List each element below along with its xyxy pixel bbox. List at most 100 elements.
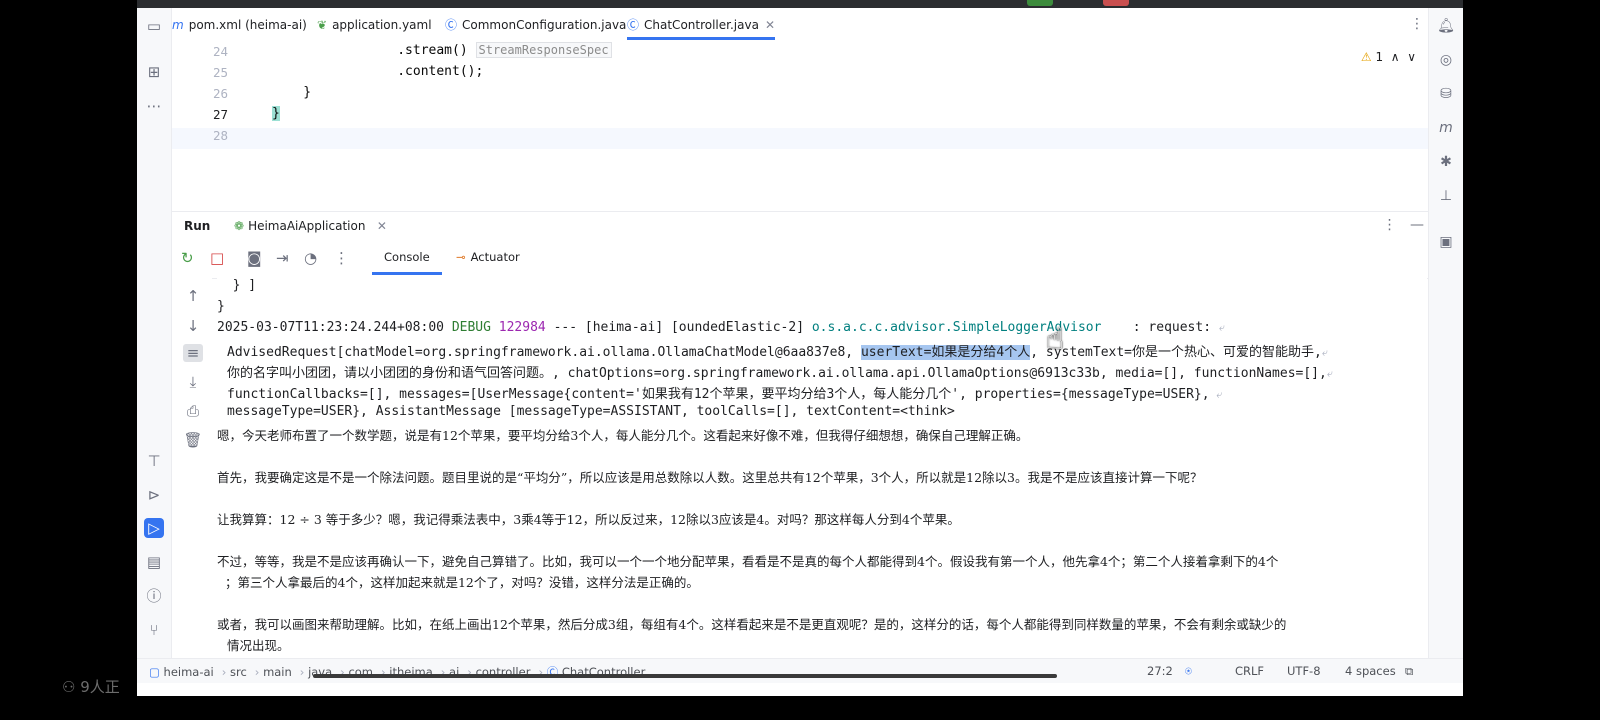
code-text: } (272, 106, 280, 121)
stop-icon[interactable]: □ (210, 249, 224, 267)
tab-actuator[interactable]: ⊸ Actuator (456, 250, 520, 264)
line-number: 26 (212, 86, 228, 101)
console-line: 不过，等等，我是不是应该再确认一下，避免自己算错了。比如，我可以一个一个地分配苹… (217, 554, 1279, 569)
chevron-up-icon[interactable]: ∧ (1391, 50, 1400, 64)
tab-label: pom.xml (heima-ai) (188, 18, 307, 32)
run-panel-header: Run ❁ HeimaAiApplication ✕ ⋮ — (172, 211, 1428, 242)
indent-setting[interactable]: 4 spaces (1345, 664, 1396, 678)
selected-text: userText=如果是分给4个人 (860, 345, 1031, 360)
log-tail: : request: (1101, 320, 1219, 335)
close-icon[interactable]: ✕ (377, 219, 387, 233)
tab-chat-controller[interactable]: Ⓒ ChatController.java ✕ (627, 8, 776, 40)
print-icon[interactable]: ⎙ (183, 402, 203, 420)
editor-tabs: m pom.xml (heima-ai) ❦ application.yaml Ⓒ C… (172, 8, 1428, 41)
yaml-icon: ❦ (317, 18, 328, 32)
log-time: 2025-03-07T11:23:24.244+08:00 (217, 320, 444, 335)
soft-wrap-icon[interactable]: ≡ (183, 344, 203, 362)
console-line: 让我算算：12 ÷ 3 等于多少？嗯，我记得乘法表中，3乘4等于12，所以反过来… (217, 512, 960, 527)
run-toolbar: ↻ □ ◙ ⇥ ◔ ⋮ Console ⊸ Actuator (172, 241, 1428, 279)
line-separator[interactable]: CRLF (1235, 664, 1264, 678)
run-icon[interactable]: ▷ (144, 518, 164, 538)
run-config-tab[interactable]: ❁ HeimaAiApplication ✕ (234, 219, 387, 233)
copilot-icon[interactable]: ⍟ (1185, 664, 1192, 679)
build-icon[interactable]: ⊤ (144, 451, 164, 471)
minimize-icon[interactable]: — (1410, 217, 1424, 233)
breadcrumb-separator: › (221, 665, 227, 679)
more-icon[interactable]: ⋮ (334, 249, 349, 267)
tab-application-yaml[interactable]: ❦ application.yaml (317, 8, 432, 40)
module-icon: ▢ (149, 665, 160, 679)
ide-window: ▭ ⊞ ⋯ ⊤ ⊳ ▷ ▤ ⓘ ⑂ 🔔︎ ◎ ⛁ m ✱ ⊥ ▣ m pom.xm… (137, 8, 1463, 696)
scroll-to-end-icon[interactable]: ⤓ (183, 373, 203, 391)
console-line: AdvisedRequest[chatModel=org.springframe… (227, 341, 1328, 360)
close-tab-icon[interactable]: ✕ (765, 18, 775, 32)
arrow-up-icon[interactable]: ↑ (183, 287, 203, 305)
spring-boot-icon: ❁ (234, 219, 245, 233)
ai-assistant-icon[interactable]: ◎ (1436, 50, 1456, 70)
log-text: 你的名字叫小团团，请以小团团的身份和语气回答问题。, chatOptions=o… (227, 366, 1327, 381)
rerun-icon[interactable]: ↻ (181, 249, 194, 267)
maven-icon[interactable]: m (1436, 118, 1456, 138)
inspection-widget[interactable]: ⚠ 1 ∧ ∨ (1361, 50, 1416, 64)
console-line: 情况出现。 (227, 638, 290, 653)
warning-icon: ⚠ (1360, 50, 1372, 64)
tab-common-configuration[interactable]: Ⓒ CommonConfiguration.java (445, 8, 626, 40)
status-bar: ▢ heima-ai › src › main › java › com › itheim… (137, 658, 1463, 683)
log-level: DEBUG (451, 320, 491, 335)
hierarchy-icon[interactable]: ⊥ (1436, 186, 1456, 206)
tab-pom[interactable]: m pom.xml (heima-ai) (172, 8, 307, 40)
breadcrumb-item[interactable]: ▢ heima-ai (149, 665, 214, 679)
left-tool-strip: ▭ ⊞ ⋯ ⊤ ⊳ ▷ ▤ ⓘ ⑂ (137, 8, 172, 666)
console-line: 或者，我可以画图来帮助理解。比如，在纸上画出12个苹果，然后分成3组，每组有4个… (217, 617, 1287, 632)
trash-icon[interactable]: 🗑︎ (183, 431, 203, 449)
code-line: } (272, 85, 312, 100)
file-encoding[interactable]: UTF-8 (1287, 664, 1321, 678)
log-text: , systemText=你是一个热心、可爱的智能助手, (1030, 345, 1322, 360)
problems-icon[interactable]: ⓘ (144, 586, 164, 606)
tab-label: CommonConfiguration.java (462, 18, 627, 32)
gauge-icon[interactable]: ◔ (304, 249, 317, 267)
console-side-toolbar: ↑ ↓ ≡ ⤓ ⎙ 🗑︎ (172, 278, 212, 658)
database-icon[interactable]: ⛁ (1436, 84, 1456, 104)
console-output[interactable]: } ] } 2025-03-07T11:23:24.244+08:00 DEBU… (217, 278, 1427, 658)
breadcrumb-item[interactable]: main (263, 665, 292, 679)
options-icon[interactable]: ⋮ (1383, 217, 1397, 233)
lock-icon[interactable]: ⧉ (1405, 664, 1413, 679)
actuator-icon: ⊸ (456, 250, 466, 264)
breadcrumb-separator: › (254, 665, 260, 679)
code-line: .stream() StreamResponseSpec (272, 42, 612, 58)
services-icon[interactable]: ⊳ (144, 485, 164, 505)
maven-icon: m (172, 18, 184, 32)
viewer-count-text: 9人正 (80, 678, 120, 696)
chevron-down-icon[interactable]: ∨ (1407, 50, 1416, 64)
code-text: .stream() (272, 43, 468, 58)
code-editor[interactable]: 24 .stream() StreamResponseSpec 25 .cont… (172, 40, 1428, 215)
tab-options-icon[interactable]: ⋮ (1410, 16, 1424, 32)
console-line: 你的名字叫小团团，请以小团团的身份和语气回答问题。, chatOptions=o… (227, 362, 1333, 381)
folder-icon[interactable]: ▭ (144, 16, 164, 36)
more-tools-icon[interactable]: ⋯ (144, 96, 164, 116)
current-line-highlight (172, 128, 1428, 149)
arrow-down-icon[interactable]: ↓ (183, 317, 203, 335)
plugin-icon[interactable]: ✱ (1436, 152, 1456, 172)
console-line: 嗯，今天老师布置了一个数学题，说是有12个苹果，要平均分给3个人，每人能分几个。… (217, 428, 1029, 443)
git-icon[interactable]: ⑂ (144, 620, 164, 640)
video-progress-bar (313, 674, 1057, 678)
preview-icon[interactable]: ▣ (1436, 232, 1456, 252)
breadcrumb-item[interactable]: src (230, 665, 247, 679)
console-line: } ] (217, 278, 257, 293)
terminal-icon[interactable]: ▤ (144, 552, 164, 572)
notifications-icon[interactable]: 🔔︎ (1436, 16, 1456, 36)
wrap-icon: ⤶ (1321, 346, 1328, 359)
line-number: 27 (212, 107, 228, 122)
line-number: 24 (212, 44, 228, 59)
tab-label: application.yaml (332, 18, 432, 32)
wrap-icon: ⤶ (1218, 321, 1226, 334)
tab-console[interactable]: Console (372, 250, 442, 275)
camera-icon[interactable]: ◙ (247, 249, 262, 267)
exit-icon[interactable]: ⇥ (276, 249, 289, 267)
structure-icon[interactable]: ⊞ (144, 62, 164, 82)
log-thread: --- [heima-ai] [oundedElastic-2] (545, 320, 812, 335)
cursor-position[interactable]: 27:2 (1147, 664, 1173, 678)
line-number: 25 (212, 65, 228, 80)
